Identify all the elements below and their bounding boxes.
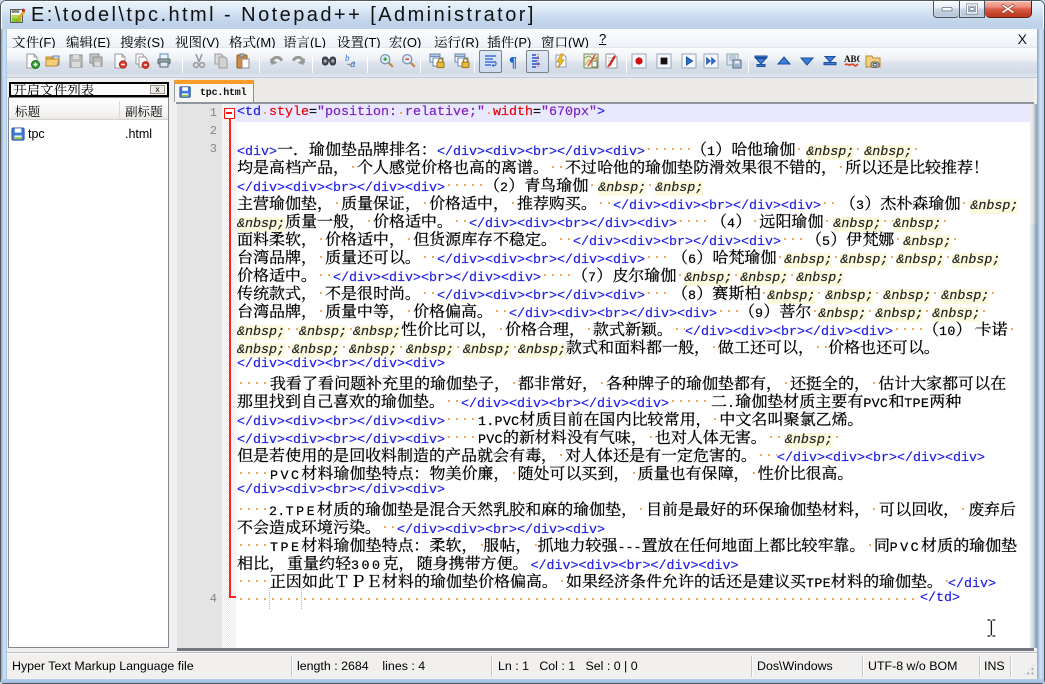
- svg-text:¶: ¶: [509, 55, 517, 70]
- svg-text:ABC: ABC: [844, 54, 860, 64]
